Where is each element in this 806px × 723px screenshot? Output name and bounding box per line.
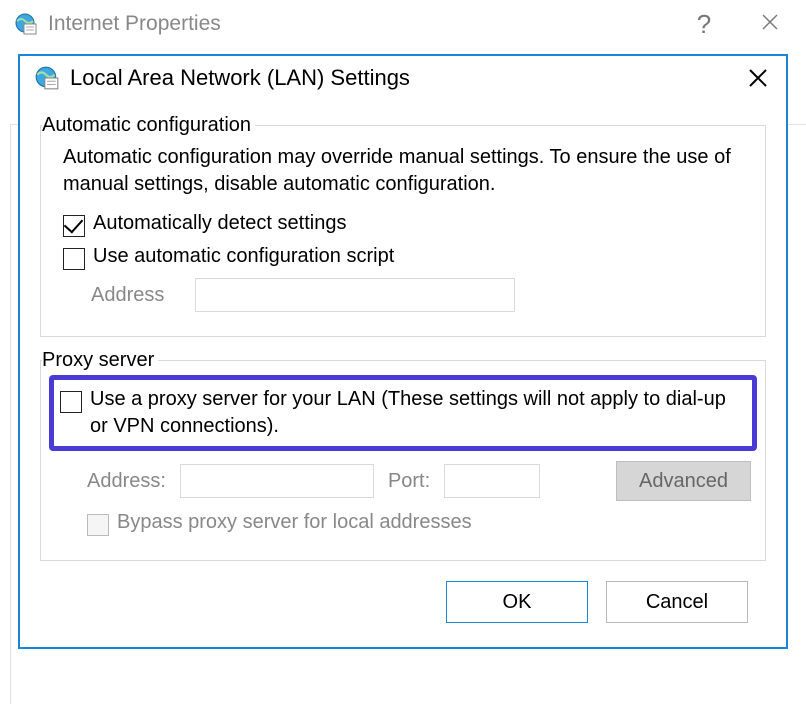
use-script-row[interactable]: Use automatic configuration script xyxy=(63,245,745,270)
bypass-local-row: Bypass proxy server for local addresses xyxy=(87,511,751,536)
ok-button[interactable]: OK xyxy=(446,581,588,623)
advanced-button: Advanced xyxy=(616,461,751,501)
bypass-local-checkbox xyxy=(87,514,109,536)
parent-window-title: Internet Properties xyxy=(48,12,680,36)
script-address-input xyxy=(195,278,515,312)
use-script-label: Use automatic configuration script xyxy=(93,245,394,268)
proxy-address-input xyxy=(180,464,374,498)
parent-close-button[interactable] xyxy=(746,8,794,40)
script-address-label: Address xyxy=(91,284,177,307)
dialog-titlebar: Local Area Network (LAN) Settings xyxy=(20,56,786,102)
auto-detect-row[interactable]: Automatically detect settings xyxy=(63,212,745,237)
use-proxy-row[interactable]: Use a proxy server for your LAN (These s… xyxy=(60,386,744,440)
automatic-configuration-group: Automatic configuration Automatic config… xyxy=(40,114,766,337)
proxy-server-group: Proxy server Use a proxy server for your… xyxy=(40,349,766,561)
automatic-configuration-description: Automatic configuration may override man… xyxy=(63,144,745,198)
bypass-local-label: Bypass proxy server for local addresses xyxy=(117,511,472,534)
close-icon xyxy=(748,68,768,88)
parent-window-titlebar: Internet Properties ? xyxy=(0,0,806,44)
proxy-server-legend: Proxy server xyxy=(42,349,158,372)
close-icon xyxy=(762,14,778,35)
use-script-checkbox[interactable] xyxy=(63,248,85,270)
proxy-port-input xyxy=(444,464,540,498)
auto-detect-checkbox[interactable] xyxy=(63,215,85,237)
use-proxy-label: Use a proxy server for your LAN (These s… xyxy=(90,386,744,440)
proxy-port-label: Port: xyxy=(388,470,430,493)
lan-settings-dialog: Local Area Network (LAN) Settings Automa… xyxy=(18,54,788,649)
proxy-address-row: Address: Port: Advanced xyxy=(87,461,751,501)
dialog-close-button[interactable] xyxy=(744,64,772,92)
internet-options-icon xyxy=(34,65,60,91)
auto-detect-label: Automatically detect settings xyxy=(93,212,346,235)
help-button[interactable]: ? xyxy=(680,8,728,40)
internet-options-icon xyxy=(14,12,38,36)
use-proxy-checkbox[interactable] xyxy=(60,391,82,413)
script-address-row: Address xyxy=(91,278,745,312)
dialog-title: Local Area Network (LAN) Settings xyxy=(70,65,744,91)
dialog-button-row: OK Cancel xyxy=(40,561,766,629)
automatic-configuration-legend: Automatic configuration xyxy=(42,114,255,137)
use-proxy-highlight: Use a proxy server for your LAN (These s… xyxy=(49,375,757,451)
cancel-button[interactable]: Cancel xyxy=(606,581,748,623)
proxy-address-label: Address: xyxy=(87,470,166,493)
